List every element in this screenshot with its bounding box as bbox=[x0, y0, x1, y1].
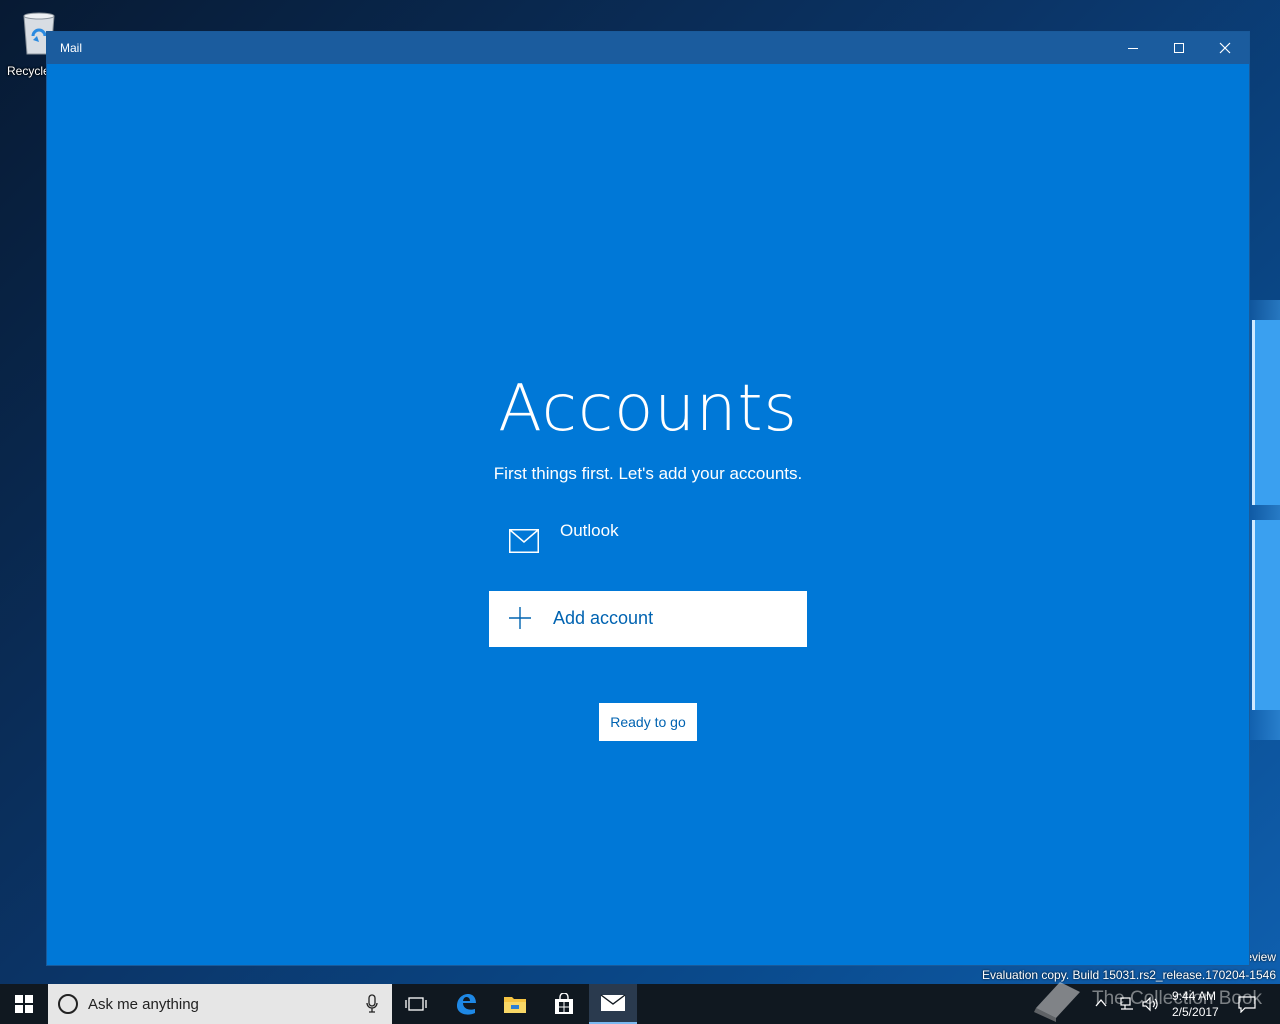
mail-app-icon bbox=[600, 994, 626, 1011]
task-view-button[interactable] bbox=[392, 984, 440, 1024]
cortana-search-box[interactable]: Ask me anything bbox=[48, 984, 392, 1024]
windows-logo-icon bbox=[15, 995, 33, 1013]
taskbar-mail[interactable] bbox=[589, 984, 637, 1024]
edge-browser-icon bbox=[457, 994, 476, 1015]
page-title: Accounts bbox=[498, 372, 798, 446]
title-bar[interactable]: Mail bbox=[47, 32, 1249, 64]
account-item-outlook[interactable]: Outlook bbox=[509, 519, 809, 567]
minimize-button[interactable] bbox=[1110, 32, 1156, 64]
add-account-label: Add account bbox=[553, 608, 654, 628]
maximize-button[interactable] bbox=[1156, 32, 1202, 64]
folder-icon bbox=[504, 997, 526, 1013]
watermark-preview: eview bbox=[1245, 950, 1276, 964]
add-account-button[interactable]: Add account bbox=[489, 591, 807, 647]
book-icon bbox=[1034, 982, 1080, 1022]
cortana-icon bbox=[58, 994, 78, 1014]
start-button[interactable] bbox=[0, 984, 48, 1024]
taskbar-file-explorer[interactable] bbox=[491, 984, 539, 1024]
maximize-icon bbox=[1174, 43, 1184, 53]
wallpaper-logo-pane bbox=[1252, 520, 1280, 710]
taskbar-store[interactable] bbox=[540, 984, 588, 1024]
accounts-page: Accounts First things first. Let's add y… bbox=[47, 64, 1249, 965]
collection-book-text: The Collection Book bbox=[1092, 988, 1263, 1009]
store-bag-icon bbox=[555, 993, 573, 1014]
microphone-icon[interactable] bbox=[366, 994, 378, 1014]
search-placeholder: Ask me anything bbox=[88, 996, 199, 1013]
taskbar-edge[interactable] bbox=[442, 984, 490, 1024]
account-name: Outlook bbox=[560, 521, 619, 540]
minimize-icon bbox=[1128, 48, 1138, 49]
page-subtitle: First things first. Let's add your accou… bbox=[493, 464, 803, 483]
recycle-bin-label: Recycle bbox=[7, 64, 50, 78]
mail-envelope-icon bbox=[509, 529, 539, 553]
task-view-icon bbox=[405, 997, 427, 1011]
plus-icon bbox=[509, 607, 531, 629]
close-button[interactable] bbox=[1202, 32, 1248, 64]
wallpaper-logo-pane bbox=[1252, 320, 1280, 505]
mail-window: Mail Accounts First things first. Let's … bbox=[47, 32, 1249, 965]
ready-to-go-button[interactable]: Ready to go bbox=[599, 703, 697, 741]
collection-book-overlay: The Collection Book bbox=[1030, 978, 1280, 1024]
window-title: Mail bbox=[60, 41, 83, 55]
close-icon bbox=[1219, 42, 1231, 54]
